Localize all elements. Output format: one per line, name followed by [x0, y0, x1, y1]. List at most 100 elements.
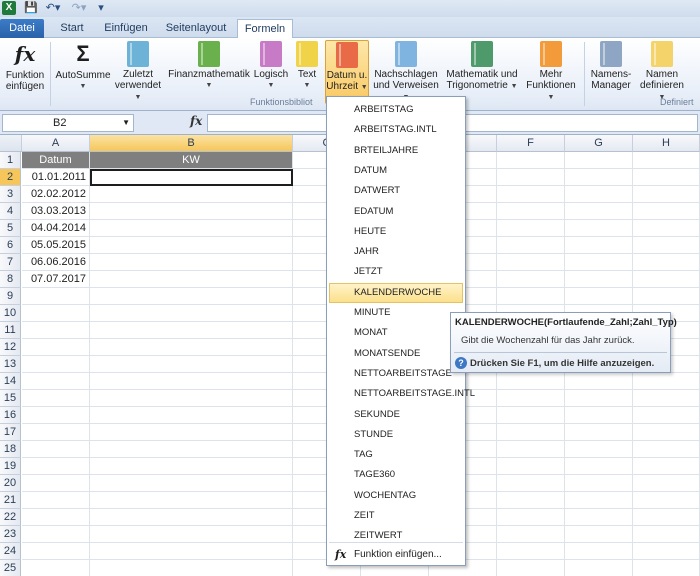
row-header[interactable]: 13	[0, 356, 21, 373]
menu-item-nettoarbeitstage[interactable]: NETTOARBEITSTAGE	[329, 364, 463, 384]
date-time-button[interactable]: Datum u. Uhrzeit ▼	[325, 40, 369, 104]
row-header[interactable]: 18	[0, 441, 21, 458]
cell[interactable]	[90, 458, 293, 475]
cell[interactable]	[90, 203, 293, 220]
math-trig-button[interactable]: Mathematik und Trigonometrie ▼	[444, 40, 520, 104]
undo-icon[interactable]: ↶▾	[42, 1, 64, 15]
column-header-b[interactable]: B	[90, 135, 293, 152]
cell[interactable]	[22, 458, 90, 475]
cell[interactable]	[565, 373, 633, 390]
text-button[interactable]: Text ▼	[292, 40, 322, 104]
menu-item-stunde[interactable]: STUNDE	[329, 425, 463, 445]
lookup-reference-button[interactable]: Nachschlagen und Verweisen ▼	[372, 40, 440, 104]
cell[interactable]	[497, 475, 565, 492]
cell[interactable]	[633, 237, 700, 254]
save-icon[interactable]: 💾	[24, 1, 38, 15]
tab-page-layout[interactable]: Seitenlayout	[160, 19, 232, 38]
row-header[interactable]: 3	[0, 186, 21, 203]
cell[interactable]	[22, 356, 90, 373]
cell[interactable]	[565, 203, 633, 220]
financial-button[interactable]: Finanzmathematik ▼	[168, 40, 250, 104]
menu-item-datum[interactable]: DATUM	[329, 161, 463, 181]
menu-item-edatum[interactable]: EDATUM	[329, 202, 463, 222]
menu-item-jahr[interactable]: JAHR	[329, 242, 463, 262]
cell[interactable]	[565, 441, 633, 458]
cell[interactable]	[22, 390, 90, 407]
cell[interactable]	[497, 152, 565, 169]
row-header[interactable]: 10	[0, 305, 21, 322]
cell[interactable]	[90, 407, 293, 424]
cell[interactable]	[565, 458, 633, 475]
cell[interactable]	[633, 390, 700, 407]
row-header[interactable]: 12	[0, 339, 21, 356]
name-manager-button[interactable]: Namens- Manager	[588, 40, 634, 104]
menu-item-minute[interactable]: MINUTE	[329, 303, 463, 323]
redo-icon[interactable]: ↷▾	[68, 1, 90, 15]
column-header-a[interactable]: A	[22, 135, 90, 152]
menu-item-zeit[interactable]: ZEIT	[329, 506, 463, 526]
define-name-button[interactable]: Namen definieren ▼	[636, 40, 688, 104]
customize-qat-icon[interactable]: ▾	[96, 1, 106, 15]
menu-item-tag[interactable]: TAG	[329, 445, 463, 465]
row-header[interactable]: 21	[0, 492, 21, 509]
menu-item-heute[interactable]: HEUTE	[329, 222, 463, 242]
menu-item-zeitwert[interactable]: ZEITWERT	[329, 526, 463, 546]
select-all-corner[interactable]	[0, 135, 22, 152]
cell[interactable]	[90, 441, 293, 458]
cell[interactable]	[497, 186, 565, 203]
row-header[interactable]: 6	[0, 237, 21, 254]
date-cell[interactable]: 05.05.2015	[22, 237, 90, 254]
cell[interactable]	[565, 407, 633, 424]
cell[interactable]	[90, 543, 293, 560]
tab-formulas[interactable]: Formeln	[237, 19, 293, 39]
cell[interactable]	[565, 424, 633, 441]
menu-item-wochentag[interactable]: WOCHENTAG	[329, 486, 463, 506]
cell[interactable]	[633, 373, 700, 390]
row-header[interactable]: 14	[0, 373, 21, 390]
tab-file[interactable]: Datei	[0, 19, 44, 38]
cell[interactable]	[22, 509, 90, 526]
menu-item-jetzt[interactable]: JETZT	[329, 262, 463, 282]
cell[interactable]	[633, 458, 700, 475]
cell[interactable]	[90, 492, 293, 509]
recently-used-button[interactable]: Zuletzt verwendet ▼	[112, 40, 164, 104]
cell[interactable]	[633, 271, 700, 288]
cell[interactable]	[497, 526, 565, 543]
cell[interactable]	[633, 152, 700, 169]
cell[interactable]	[497, 169, 565, 186]
cell[interactable]	[565, 169, 633, 186]
cell[interactable]	[497, 543, 565, 560]
cell[interactable]	[565, 220, 633, 237]
row-header[interactable]: 8	[0, 271, 21, 288]
menu-item-nettoarbeitstage-intl[interactable]: NETTOARBEITSTAGE.INTL	[329, 384, 475, 404]
date-cell[interactable]: 07.07.2017	[22, 271, 90, 288]
insert-function-button[interactable]: fx Funktion einfügen	[2, 40, 48, 104]
cell[interactable]	[22, 526, 90, 543]
menu-item-brteiljahre[interactable]: BRTEILJAHRE	[329, 141, 463, 161]
row-header[interactable]: 11	[0, 322, 21, 339]
row-header[interactable]: 19	[0, 458, 21, 475]
menu-item-arbeitstag-intl[interactable]: ARBEITSTAG.INTL	[329, 120, 463, 140]
active-cell-b2[interactable]	[90, 169, 293, 186]
row-header[interactable]: 15	[0, 390, 21, 407]
cell[interactable]	[90, 322, 293, 339]
menu-item-monatsende[interactable]: MONATSENDE	[329, 344, 463, 364]
cell[interactable]	[633, 288, 700, 305]
cell[interactable]	[22, 441, 90, 458]
column-header-h[interactable]: H	[633, 135, 700, 152]
date-cell[interactable]: 04.04.2014	[22, 220, 90, 237]
cell[interactable]	[22, 288, 90, 305]
cell[interactable]	[633, 203, 700, 220]
cell[interactable]	[497, 424, 565, 441]
menu-item-datwert[interactable]: DATWERT	[329, 181, 463, 201]
cell[interactable]	[90, 339, 293, 356]
cell[interactable]	[22, 322, 90, 339]
cell[interactable]	[565, 152, 633, 169]
cell[interactable]	[633, 254, 700, 271]
row-header[interactable]: 16	[0, 407, 21, 424]
cell[interactable]	[90, 271, 293, 288]
header-cell-kw[interactable]: KW	[90, 152, 293, 169]
cell[interactable]	[633, 560, 700, 576]
cell[interactable]	[497, 271, 565, 288]
cell[interactable]	[633, 169, 700, 186]
